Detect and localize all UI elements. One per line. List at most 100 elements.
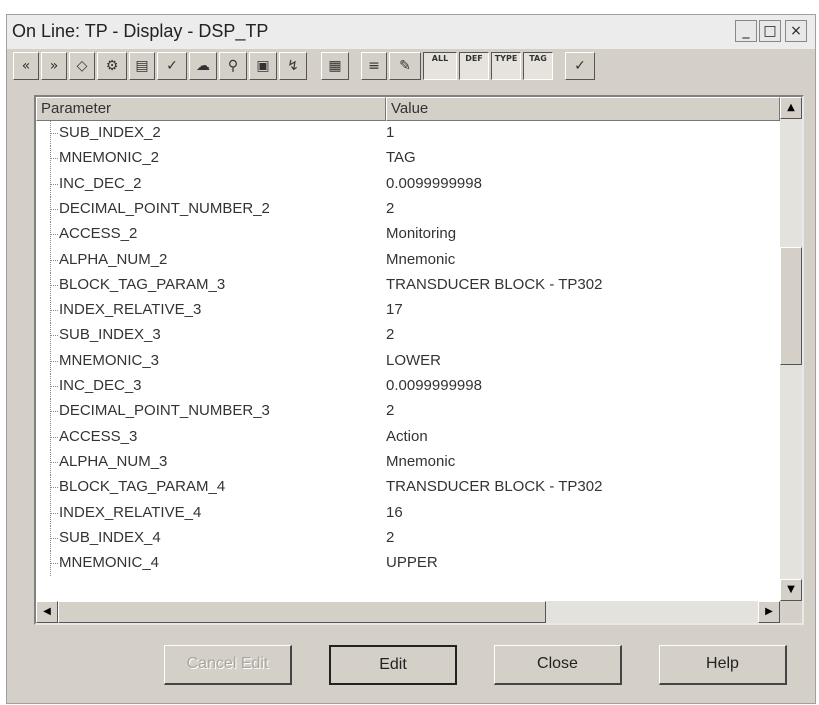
parameter-value[interactable]: UPPER xyxy=(386,554,438,571)
close-window-button[interactable]: × xyxy=(785,20,807,42)
table-row[interactable]: ALPHA_NUM_2 Mnemonic xyxy=(36,247,776,273)
tree-branch xyxy=(50,436,58,438)
table-row[interactable]: BLOCK_TAG_PARAM_4 TRANSDUCER BLOCK - TP30… xyxy=(36,475,776,501)
table-row[interactable]: SUB_INDEX_4 2 xyxy=(36,525,776,551)
list-icon[interactable]: ≡ xyxy=(361,52,387,80)
cloud-icon[interactable]: ☁ xyxy=(189,52,217,80)
block-icon[interactable]: ▤ xyxy=(129,52,155,80)
help-button[interactable]: Help xyxy=(659,645,787,685)
table-row[interactable]: SUB_INDEX_2 1 xyxy=(36,121,776,146)
all-icon[interactable]: ALL xyxy=(423,52,457,80)
def-icon[interactable]: DEF xyxy=(459,52,489,80)
tree-branch xyxy=(50,183,58,185)
parameter-value[interactable]: Mnemonic xyxy=(386,251,455,268)
table-row[interactable]: INDEX_RELATIVE_4 16 xyxy=(36,500,776,526)
tree-branch xyxy=(50,208,58,210)
scroll-right-button[interactable]: ▶ xyxy=(758,601,780,623)
table-row[interactable]: ACCESS_3 Action xyxy=(36,424,776,450)
parameter-value[interactable]: Action xyxy=(386,428,428,445)
tree-branch xyxy=(50,461,58,463)
parameter-name: ACCESS_2 xyxy=(59,225,138,243)
table-row[interactable]: INDEX_RELATIVE_3 17 xyxy=(36,298,776,324)
dialog-window: On Line: TP - Display - DSP_TP _ □ × «» ◇… xyxy=(6,14,816,704)
tree-branch xyxy=(50,335,58,337)
parameter-value[interactable]: 17 xyxy=(386,301,403,318)
toolbar: «» ◇ ⚙ ▤ ✓ ☁ ⚲ ▣ ↯ ▦ ≡ ✎ ALL DEF TYPE TAG ✓ xyxy=(13,49,809,85)
parameter-value[interactable]: 0.0099999998 xyxy=(386,377,482,394)
parameter-value[interactable]: Monitoring xyxy=(386,225,456,242)
parameter-name: DECIMAL_POINT_NUMBER_3 xyxy=(59,402,270,420)
panel-icon[interactable]: ▣ xyxy=(249,52,277,80)
table-row[interactable]: INC_DEC_2 0.0099999998 xyxy=(36,171,776,197)
table-row[interactable]: DECIMAL_POINT_NUMBER_3 2 xyxy=(36,399,776,425)
table-row[interactable]: MNEMONIC_4 UPPER xyxy=(36,551,776,577)
table-row[interactable]: BLOCK_TAG_PARAM_3 TRANSDUCER BLOCK - TP30… xyxy=(36,272,776,298)
parameter-name: ACCESS_3 xyxy=(59,427,138,445)
tree-branch xyxy=(50,563,58,565)
parameter-value[interactable]: TRANSDUCER BLOCK - TP302 xyxy=(386,276,602,293)
scrollbar-corner xyxy=(780,601,802,623)
scroll-left-button[interactable]: ◀ xyxy=(36,601,58,623)
scroll-up-button[interactable]: ▲ xyxy=(780,97,802,119)
maximize-button[interactable]: □ xyxy=(759,20,781,42)
parameter-name: BLOCK_TAG_PARAM_3 xyxy=(59,275,226,293)
parameter-value[interactable]: 2 xyxy=(386,402,394,419)
parameter-grid: Parameter Value SUB_INDEX_2 1 MNEMONIC_2 TA… xyxy=(34,95,804,625)
parameter-value[interactable]: 2 xyxy=(386,200,394,217)
cancel-edit-button[interactable]: Cancel Edit xyxy=(164,645,292,685)
parameter-value[interactable]: LOWER xyxy=(386,352,441,369)
gear-icon[interactable]: ⚙ xyxy=(97,52,127,80)
parameter-name: INDEX_RELATIVE_4 xyxy=(59,503,202,521)
scroll-down-button[interactable]: ▼ xyxy=(780,579,802,601)
parameter-name: MNEMONIC_4 xyxy=(59,554,160,572)
trend-icon[interactable]: ↯ xyxy=(279,52,307,80)
probe-icon[interactable]: ⚲ xyxy=(219,52,247,80)
tree-branch xyxy=(50,386,58,387)
write-icon[interactable]: ✎ xyxy=(389,52,421,80)
parameter-value[interactable]: 2 xyxy=(386,326,394,343)
minimize-button[interactable]: _ xyxy=(735,20,757,42)
title-bar[interactable]: On Line: TP - Display - DSP_TP _ □ × xyxy=(7,15,815,49)
param-icon[interactable]: ▦ xyxy=(321,52,349,80)
vertical-scrollbar[interactable]: ▲ ▼ xyxy=(780,97,802,601)
table-row[interactable]: ACCESS_2 Monitoring xyxy=(36,222,776,248)
parameter-value[interactable]: 2 xyxy=(386,529,394,546)
column-header-value[interactable]: Value xyxy=(386,97,780,121)
table-row[interactable]: MNEMONIC_3 LOWER xyxy=(36,348,776,374)
tree-branch xyxy=(50,158,58,160)
parameter-value[interactable]: TAG xyxy=(386,149,416,166)
close-button[interactable]: Close xyxy=(494,645,622,685)
parameter-name: MNEMONIC_2 xyxy=(59,149,160,167)
vertical-scroll-thumb[interactable] xyxy=(780,247,802,365)
table-row[interactable]: ALPHA_NUM_3 Mnemonic xyxy=(36,449,776,475)
parameter-name: INC_DEC_3 xyxy=(59,377,142,394)
tree-branch xyxy=(50,310,58,312)
horizontal-scrollbar[interactable]: ◀ ▶ xyxy=(36,601,780,623)
parameter-value[interactable]: Mnemonic xyxy=(386,453,455,470)
tree-branch xyxy=(50,512,58,514)
table-row[interactable]: MNEMONIC_2 TAG xyxy=(36,146,776,172)
table-row[interactable]: INC_DEC_3 0.0099999998 xyxy=(36,374,776,399)
tag-icon[interactable]: TAG xyxy=(523,52,553,80)
diamond-icon[interactable]: ◇ xyxy=(69,52,95,80)
check-edit-icon[interactable]: ✓ xyxy=(157,52,187,80)
next-icon[interactable]: » xyxy=(41,52,67,80)
apply-check-icon[interactable]: ✓ xyxy=(565,52,595,80)
parameter-name: BLOCK_TAG_PARAM_4 xyxy=(59,478,226,496)
parameter-value[interactable]: 1 xyxy=(386,124,394,141)
tree-branch xyxy=(50,487,58,489)
prev-icon[interactable]: « xyxy=(13,52,39,80)
horizontal-scroll-thumb[interactable] xyxy=(58,601,546,623)
edit-button[interactable]: Edit xyxy=(329,645,457,685)
parameter-name: ALPHA_NUM_2 xyxy=(59,250,168,268)
tree-branch xyxy=(50,259,58,261)
table-row[interactable]: DECIMAL_POINT_NUMBER_2 2 xyxy=(36,196,776,222)
parameter-name: SUB_INDEX_3 xyxy=(59,326,161,344)
parameter-value[interactable]: TRANSDUCER BLOCK - TP302 xyxy=(386,478,602,495)
parameter-value[interactable]: 0.0099999998 xyxy=(386,175,482,192)
column-header-parameter[interactable]: Parameter xyxy=(36,97,386,121)
type-icon[interactable]: TYPE xyxy=(491,52,521,80)
parameter-value[interactable]: 16 xyxy=(386,504,403,521)
parameter-name: INC_DEC_2 xyxy=(59,174,142,192)
table-row[interactable]: SUB_INDEX_3 2 xyxy=(36,323,776,349)
